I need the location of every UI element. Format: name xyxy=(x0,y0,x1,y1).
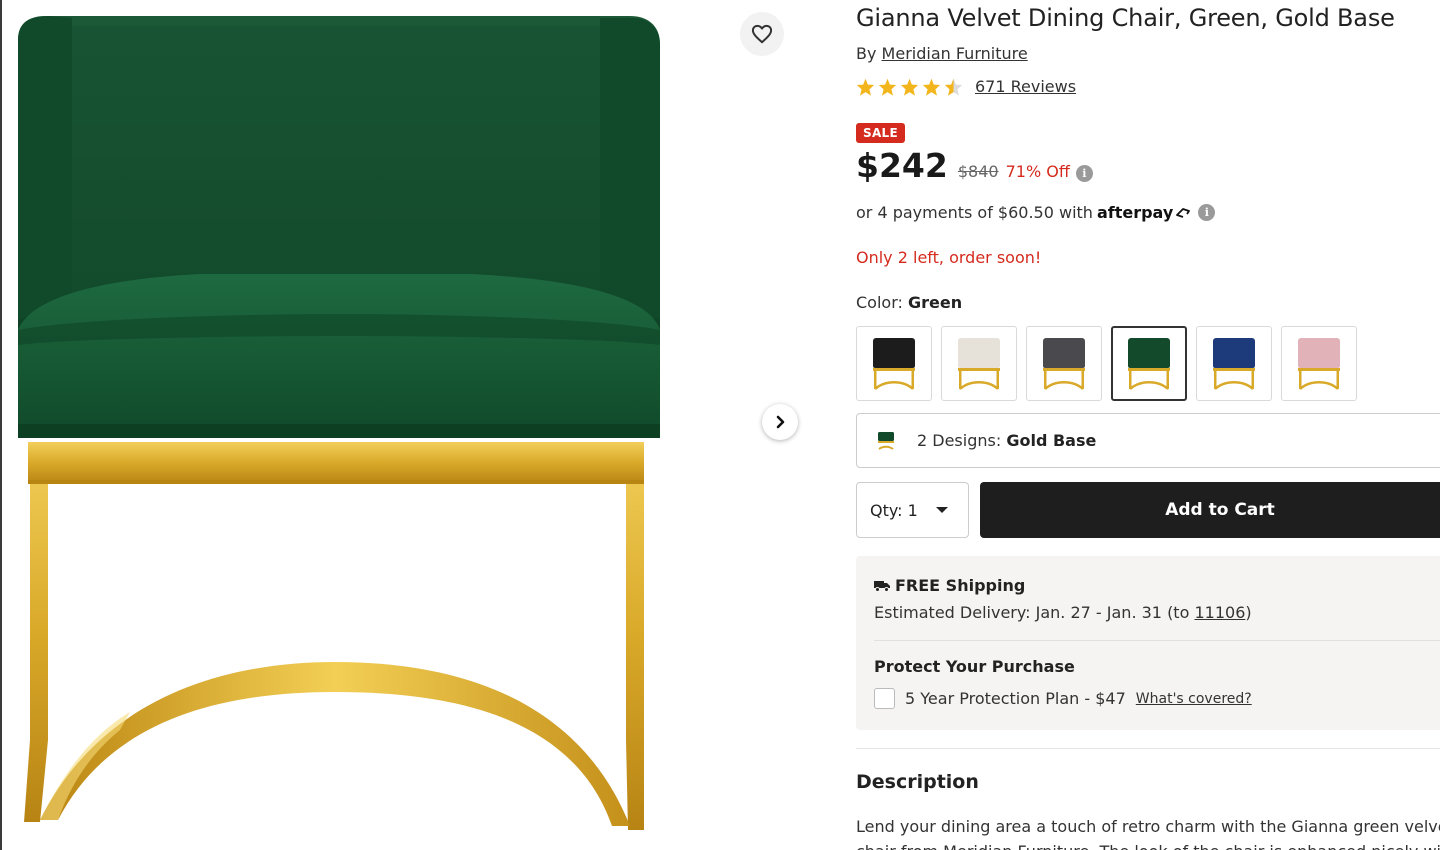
color-label-prefix: Color: xyxy=(856,293,903,312)
price-row: $242 $840 71% Off i xyxy=(856,146,1093,185)
afterpay-text: or 4 payments of $60.50 with xyxy=(856,203,1093,222)
product-image[interactable] xyxy=(0,0,700,850)
whats-covered-link[interactable]: What's covered? xyxy=(1136,691,1252,707)
color-swatch-black[interactable] xyxy=(856,326,932,401)
delivery-estimate: Estimated Delivery: Jan. 27 - Jan. 31 (t… xyxy=(874,603,1252,622)
designs-prefix: 2 Designs: xyxy=(917,431,1002,450)
shipping-title: FREE Shipping xyxy=(874,576,1025,595)
designs-text: 2 Designs: Gold Base xyxy=(917,431,1096,450)
chair-thumbnail-icon xyxy=(1298,337,1340,390)
color-swatches xyxy=(856,326,1357,401)
divider xyxy=(856,748,1440,749)
color-swatch-pink[interactable] xyxy=(1281,326,1357,401)
brand-link[interactable]: Meridian Furniture xyxy=(882,44,1028,63)
afterpay-info-icon[interactable]: i xyxy=(1198,204,1216,221)
chair-thumbnail-icon xyxy=(1213,337,1255,390)
shipping-box: FREE Shipping Estimated Delivery: Jan. 2… xyxy=(856,556,1440,730)
color-swatch-grey[interactable] xyxy=(1026,326,1102,401)
chair-thumbnail-icon xyxy=(873,337,915,390)
quantity-label: Qty: 1 xyxy=(870,500,918,520)
heart-icon xyxy=(751,24,773,44)
color-label: Color: Green xyxy=(856,293,962,312)
next-image-button[interactable] xyxy=(762,404,798,440)
star-rating xyxy=(856,78,963,96)
chair-thumbnail-icon xyxy=(1128,337,1170,390)
sale-badge: SALE xyxy=(856,123,905,143)
divider xyxy=(874,640,1440,641)
product-title: Gianna Velvet Dining Chair, Green, Gold … xyxy=(856,4,1395,32)
rating[interactable]: 671 Reviews xyxy=(856,77,1076,96)
protect-title: Protect Your Purchase xyxy=(874,657,1075,676)
star-icon xyxy=(922,78,941,96)
chair-thumbnail-icon xyxy=(958,337,1000,390)
afterpay-logo: afterpay xyxy=(1096,203,1174,222)
protection-plan-label: 5 Year Protection Plan - $47 xyxy=(905,689,1126,708)
chevron-right-icon xyxy=(776,415,785,429)
color-swatch-green[interactable] xyxy=(1111,326,1187,401)
reviews-link[interactable]: 671 Reviews xyxy=(975,77,1076,96)
original-price: $840 xyxy=(957,162,999,181)
star-icon xyxy=(856,78,875,96)
add-to-favorites-button[interactable] xyxy=(740,12,784,56)
description-heading: Description xyxy=(856,771,979,793)
caret-down-icon xyxy=(935,507,948,513)
color-swatch-navy[interactable] xyxy=(1196,326,1272,401)
protection-plan-row: 5 Year Protection Plan - $47 What's cove… xyxy=(874,688,1252,709)
designs-value: Gold Base xyxy=(1006,431,1097,450)
price-info-icon[interactable]: i xyxy=(1075,165,1093,182)
color-swatch-cream[interactable] xyxy=(941,326,1017,401)
discount-percent: 71% Off xyxy=(1005,162,1070,181)
sale-price: $242 xyxy=(856,146,948,185)
add-to-cart-button[interactable]: Add to Cart xyxy=(980,482,1440,538)
designs-selector[interactable]: 2 Designs: Gold Base xyxy=(856,413,1440,468)
brand-line: By Meridian Furniture xyxy=(856,44,1028,63)
half-star-icon xyxy=(944,78,963,96)
protection-plan-checkbox[interactable] xyxy=(874,688,895,709)
selected-color: Green xyxy=(907,293,963,312)
afterpay-line: or 4 payments of $60.50 with afterpay i xyxy=(856,203,1216,222)
chair-thumbnail-icon xyxy=(1043,337,1085,390)
quantity-select[interactable]: Qty: 1 xyxy=(856,482,969,538)
by-label: By xyxy=(856,44,877,63)
stock-message: Only 2 left, order soon! xyxy=(856,248,1042,267)
product-page: Gianna Velvet Dining Chair, Green, Gold … xyxy=(0,0,1440,850)
green-velvet-chair-image xyxy=(18,16,660,830)
gold-base-thumbnail-icon xyxy=(878,431,894,450)
description-text: Lend your dining area a touch of retro c… xyxy=(856,817,1440,836)
add-to-cart-label: Add to Cart xyxy=(1165,500,1275,520)
afterpay-arrows-icon xyxy=(1176,207,1191,218)
zip-code-link[interactable]: 11106 xyxy=(1194,603,1245,622)
delivery-close: ) xyxy=(1245,603,1252,622)
delivery-text: Estimated Delivery: Jan. 27 - Jan. 31 (t… xyxy=(874,603,1190,622)
star-icon xyxy=(878,78,897,96)
star-icon xyxy=(900,78,919,96)
free-shipping-label: FREE Shipping xyxy=(895,576,1026,595)
truck-icon xyxy=(874,581,890,592)
description-text-continued: chair from Meridian Furniture. The look … xyxy=(856,842,1440,850)
